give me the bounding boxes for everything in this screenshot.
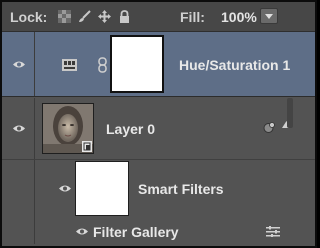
adjustment-layer-icon xyxy=(62,59,77,71)
layer-mask-thumbnail[interactable] xyxy=(110,35,164,93)
layer-row-layer-0[interactable]: Layer 0 xyxy=(2,98,315,160)
fill-label: Fill: xyxy=(180,9,205,25)
layers-scrollbar[interactable] xyxy=(287,98,293,128)
lock-transparent-pixels-icon[interactable] xyxy=(58,10,71,23)
layers-toolbar: Lock: Fill: 100% xyxy=(2,2,315,32)
layer-name[interactable]: Hue/Saturation 1 xyxy=(179,57,290,73)
blending-options-icon[interactable] xyxy=(266,226,280,237)
eye-icon[interactable] xyxy=(12,124,26,133)
eye-icon[interactable] xyxy=(75,227,89,236)
filter-gallery-row[interactable]: Filter Gallery xyxy=(2,220,315,244)
smart-filters-label[interactable]: Smart Filters xyxy=(138,181,224,197)
lock-all-icon[interactable] xyxy=(118,10,131,23)
layer-row-hue-saturation[interactable]: Hue/Saturation 1 xyxy=(2,32,315,97)
visibility-column xyxy=(2,98,35,159)
eye-icon[interactable] xyxy=(58,184,72,193)
layer-name[interactable]: Layer 0 xyxy=(106,121,155,137)
visibility-column xyxy=(2,32,35,96)
eye-icon[interactable] xyxy=(12,60,26,69)
fill-value-input[interactable]: 100% xyxy=(221,9,257,25)
link-chain-icon[interactable] xyxy=(98,57,107,73)
smart-filter-mask-thumbnail[interactable] xyxy=(75,161,129,216)
smart-filters-row[interactable]: Smart Filters xyxy=(2,160,315,220)
filter-name[interactable]: Filter Gallery xyxy=(93,224,179,240)
smart-filter-indicator-icon[interactable] xyxy=(263,122,276,133)
layer-thumbnail[interactable] xyxy=(42,103,94,154)
fill-dropdown-button[interactable] xyxy=(260,8,278,24)
chevron-down-icon xyxy=(265,14,273,19)
lock-image-pixels-icon[interactable] xyxy=(78,10,91,23)
smart-object-icon xyxy=(82,141,92,152)
visibility-column xyxy=(2,160,35,220)
layers-panel: Lock: Fill: 100% Hue/Saturation 1 Layer … xyxy=(0,0,317,248)
lock-label: Lock: xyxy=(10,9,48,25)
visibility-column xyxy=(2,220,35,244)
lock-position-icon[interactable] xyxy=(98,10,111,23)
